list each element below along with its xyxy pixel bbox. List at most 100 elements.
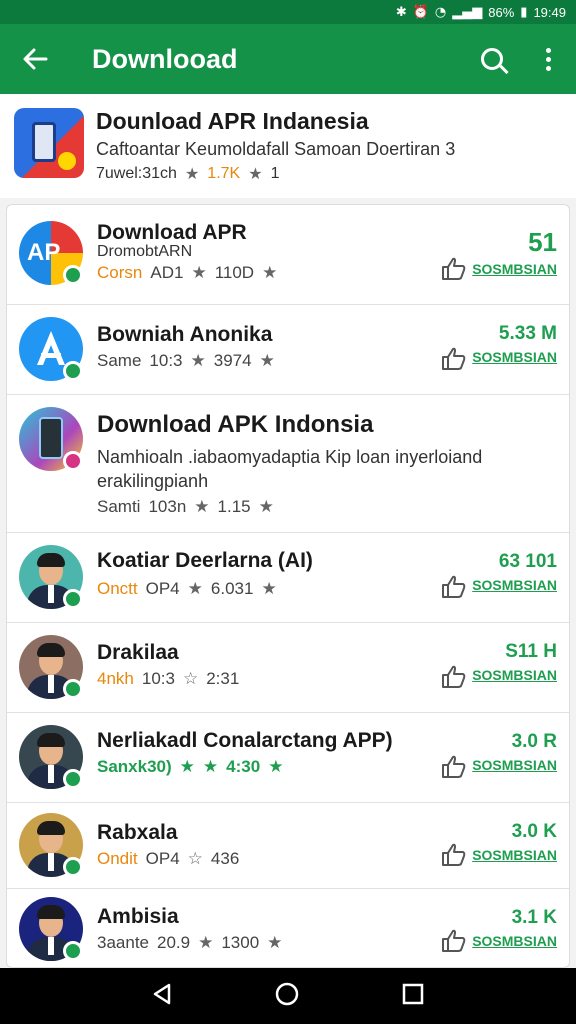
meta-mid: 10:3 <box>141 669 175 688</box>
download-badge-icon <box>58 152 76 170</box>
thumbs-up-icon[interactable] <box>441 665 467 689</box>
download-button[interactable]: SOSMBSIAN <box>472 577 557 593</box>
featured-app[interactable]: Dounload APR Indanesia Caftoantar Keumol… <box>0 94 576 198</box>
list-item[interactable]: Download APK Indonsia Namhioaln .iabaomy… <box>7 395 569 533</box>
list-item[interactable]: AP Download APR DromobtARN Corsn AD1 ★ 1… <box>7 205 569 305</box>
nav-back-button[interactable] <box>152 983 172 1010</box>
system-nav-bar <box>0 968 576 1024</box>
status-bar: ✱ ⏰ ◔ ▂▄▆ 86% ▮ 19:49 <box>0 0 576 24</box>
app-meta: 4nkh 10:3 ☆ 2:31 <box>97 669 239 689</box>
download-button[interactable]: SOSMBSIAN <box>472 933 557 949</box>
app-title: Koatiar Deerlarna (AI) <box>97 549 313 572</box>
verified-badge-icon <box>63 941 83 961</box>
app-size: 5.33 M <box>498 323 557 344</box>
meta-value: 4:30 <box>226 757 261 776</box>
meta-prefix: Ondit <box>97 849 138 868</box>
meta-prefix: 4nkh <box>97 669 134 688</box>
featured-app-icon <box>14 108 84 178</box>
download-button[interactable]: SOSMBSIAN <box>472 349 557 365</box>
app-size: 51 <box>528 227 557 257</box>
overflow-menu-button[interactable] <box>520 24 576 94</box>
app-size: 63 101 <box>498 551 557 572</box>
star-icon: ★ <box>248 164 263 183</box>
meta-mid: OP4 <box>145 579 180 598</box>
meta-value: 1300 <box>221 933 260 952</box>
featured-title: Dounload APR Indanesia <box>96 108 369 134</box>
star-outline-icon: ☆ <box>182 669 199 689</box>
list-item[interactable]: Rabxala Ondit OP4 ☆ 436 3.0 K SOSMBSIAN <box>7 803 569 889</box>
featured-meta: 7uwel:31ch ★ 1.7K ★ 1 <box>96 164 455 183</box>
star-icon: ★ <box>191 263 207 283</box>
recents-square-icon <box>403 983 424 1004</box>
star-icon: ★ <box>259 351 275 371</box>
star-icon: ★ <box>187 579 203 599</box>
nav-recents-button[interactable] <box>402 983 424 1010</box>
meta-value: 6.031 <box>210 579 254 598</box>
back-button[interactable] <box>0 24 70 94</box>
wifi-icon: ◔ <box>434 4 447 20</box>
download-button[interactable]: SOSMBSIAN <box>472 847 557 863</box>
star-icon: ★ <box>194 497 210 517</box>
featured-meta-label: 7uwel:31ch <box>96 164 177 182</box>
meta-value: 3974 <box>213 351 252 370</box>
clock: 19:49 <box>533 4 566 20</box>
verified-badge-icon <box>63 769 83 789</box>
app-title: Rabxala <box>97 821 178 844</box>
star-icon: ★ <box>261 579 277 599</box>
home-circle-icon <box>275 982 299 1005</box>
app-meta: Corsn AD1 ★ 110D ★ <box>97 263 277 283</box>
app-description: Namhioaln .iabaomyadaptia Kip loan inyer… <box>97 447 483 491</box>
list-item[interactable]: Nerliakadl Conalarctang APP) Sanxk30) ★ … <box>7 713 569 803</box>
app-title: Bowniah Anonika <box>97 323 273 346</box>
app-list: AP Download APR DromobtARN Corsn AD1 ★ 1… <box>6 204 570 968</box>
star-icon: ★ <box>258 497 274 517</box>
meta-value: 2:31 <box>206 669 240 688</box>
verified-badge-icon <box>63 361 83 381</box>
app-meta: Sanxk30) ★ ★ 4:30 ★ <box>97 757 283 777</box>
list-item[interactable]: Drakilaa 4nkh 10:3 ☆ 2:31 S11 H SOSMBSIA… <box>7 623 569 713</box>
search-icon <box>481 48 503 70</box>
battery-percent: 86% <box>488 4 515 20</box>
meta-value: 436 <box>210 849 240 868</box>
app-title: Download APK Indonsia <box>97 411 374 438</box>
star-icon: ★ <box>198 933 214 953</box>
star-icon: ★ <box>179 757 195 777</box>
bluetooth-icon: ✱ <box>395 4 407 20</box>
meta-prefix: Sanxk30) <box>97 757 172 776</box>
app-meta: 3aante 20.9 ★ 1300 ★ <box>97 933 282 953</box>
meta-prefix: Corsn <box>97 263 143 282</box>
star-icon: ★ <box>190 351 206 371</box>
list-item[interactable]: Bowniah Anonika Same 10:3 ★ 3974 ★ 5.33 … <box>7 305 569 395</box>
download-button[interactable]: SOSMBSIAN <box>472 261 557 277</box>
thumbs-up-icon[interactable] <box>441 843 467 867</box>
thumbs-up-icon[interactable] <box>441 347 467 371</box>
search-button[interactable] <box>464 24 520 94</box>
verified-badge-icon <box>63 857 83 877</box>
app-size: S11 H <box>505 641 557 662</box>
download-button[interactable]: SOSMBSIAN <box>472 667 557 683</box>
meta-mid: AD1 <box>150 263 184 282</box>
thumbs-up-icon[interactable] <box>441 575 467 599</box>
alarm-icon: ⏰ <box>412 4 429 20</box>
star-icon: ★ <box>202 757 219 777</box>
app-meta: Onctt OP4 ★ 6.031 ★ <box>97 579 277 599</box>
app-title: Nerliakadl Conalarctang APP) <box>97 729 393 752</box>
badge-icon <box>63 451 83 471</box>
nav-home-button[interactable] <box>275 982 299 1011</box>
star-outline-icon: ☆ <box>187 849 203 869</box>
list-item[interactable]: Ambisia 3aante 20.9 ★ 1300 ★ 3.1 K SOSMB… <box>7 889 569 967</box>
battery-icon: ▮ <box>520 4 528 20</box>
thumbs-up-icon[interactable] <box>441 257 467 281</box>
verified-badge-icon <box>63 589 83 609</box>
star-icon: ★ <box>262 263 278 283</box>
star-icon: ★ <box>268 757 284 777</box>
app-title: Download APR <box>97 221 247 244</box>
list-item[interactable]: Koatiar Deerlarna (AI) Onctt OP4 ★ 6.031… <box>7 533 569 623</box>
thumbs-up-icon[interactable] <box>441 755 467 779</box>
signal-icon: ▂▄▆ <box>452 4 483 20</box>
meta-prefix: 3aante <box>97 933 149 952</box>
thumbs-up-icon[interactable] <box>441 929 467 953</box>
page-title: Downlooad <box>92 43 238 74</box>
download-button[interactable]: SOSMBSIAN <box>472 757 557 773</box>
app-title: Ambisia <box>97 905 179 928</box>
